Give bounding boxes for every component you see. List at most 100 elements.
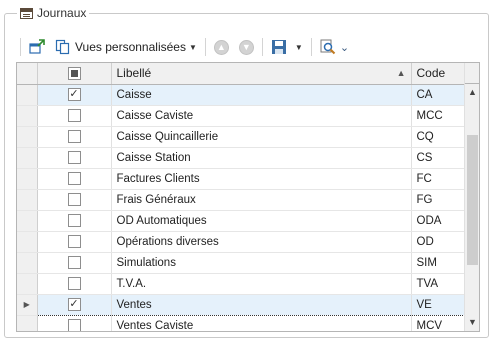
- move-down-button[interactable]: ▼: [237, 36, 256, 58]
- table-row[interactable]: OD Automatiques ODA: [17, 210, 466, 232]
- code-cell[interactable]: TVA: [411, 273, 466, 295]
- custom-views-label: Vues personnalisées: [75, 40, 186, 54]
- row-checkbox-cell[interactable]: [37, 147, 112, 169]
- row-checkbox-cell[interactable]: [37, 231, 112, 253]
- journals-grid: Libellé ▲ Code ✓ Caisse CA Caisse Caviste MCC…: [16, 62, 480, 332]
- row-checkbox[interactable]: [67, 172, 81, 185]
- code-cell[interactable]: SIM: [411, 252, 466, 274]
- row-checkbox[interactable]: ✓: [67, 88, 81, 101]
- libelle-cell[interactable]: Simulations: [111, 252, 412, 274]
- scroll-up-button[interactable]: ▲: [465, 84, 479, 101]
- table-row[interactable]: T.V.A. TVA: [17, 273, 466, 295]
- row-checkbox-cell[interactable]: [37, 189, 112, 211]
- chevron-down-icon: ⌄: [339, 41, 350, 54]
- table-row[interactable]: Caisse Quincaillerie CQ: [17, 126, 466, 148]
- journals-table: Libellé ▲ Code ✓ Caisse CA Caisse Caviste MCC…: [17, 63, 466, 331]
- save-button[interactable]: ▼: [269, 36, 305, 58]
- libelle-cell[interactable]: T.V.A.: [111, 273, 412, 295]
- libelle-cell[interactable]: Caisse: [111, 84, 412, 106]
- code-header-label: Code: [416, 66, 446, 81]
- libelle-cell[interactable]: OD Automatiques: [111, 210, 412, 232]
- scroll-thumb[interactable]: [467, 135, 478, 265]
- row-indicator[interactable]: [17, 126, 38, 148]
- libelle-cell[interactable]: Frais Généraux: [111, 189, 412, 211]
- row-checkbox[interactable]: ✓: [67, 298, 81, 311]
- arrow-up-circle-icon: ▲: [213, 39, 229, 55]
- select-all-checkbox[interactable]: [67, 67, 81, 81]
- code-cell[interactable]: VE: [411, 293, 466, 316]
- libelle-cell[interactable]: Ventes: [111, 293, 412, 316]
- row-indicator[interactable]: [17, 231, 38, 253]
- journal-icon: [20, 7, 33, 19]
- row-indicator[interactable]: [17, 84, 38, 106]
- libelle-column-header[interactable]: Libellé ▲: [111, 63, 412, 85]
- custom-views-button[interactable]: Vues personnalisées ▼: [53, 36, 199, 58]
- table-row[interactable]: Frais Généraux FG: [17, 189, 466, 211]
- row-indicator[interactable]: [17, 273, 38, 295]
- toolbar-separator: [261, 38, 263, 56]
- libelle-cell[interactable]: Factures Clients: [111, 168, 412, 190]
- row-indicator[interactable]: [17, 168, 38, 190]
- row-checkbox-cell[interactable]: [37, 252, 112, 274]
- row-checkbox-cell[interactable]: [37, 126, 112, 148]
- libelle-header-label: Libellé: [116, 66, 152, 81]
- table-row[interactable]: ▶ ✓ Ventes VE: [17, 293, 466, 316]
- new-window-button[interactable]: [27, 36, 47, 58]
- libelle-cell[interactable]: Ventes Caviste: [111, 315, 412, 331]
- code-cell[interactable]: MCC: [411, 105, 466, 127]
- row-checkbox[interactable]: [67, 256, 81, 269]
- row-checkbox-cell[interactable]: ✓: [37, 84, 112, 106]
- row-checkbox[interactable]: [67, 109, 81, 122]
- row-checkbox-cell[interactable]: [37, 273, 112, 295]
- row-indicator[interactable]: [17, 210, 38, 232]
- row-checkbox[interactable]: [67, 151, 81, 164]
- row-checkbox[interactable]: [67, 277, 81, 290]
- sort-asc-icon: ▲: [396, 68, 406, 78]
- libelle-cell[interactable]: Caisse Quincaillerie: [111, 126, 412, 148]
- row-indicator[interactable]: [17, 252, 38, 274]
- row-indicator[interactable]: [17, 105, 38, 127]
- code-cell[interactable]: CS: [411, 147, 466, 169]
- code-cell[interactable]: CQ: [411, 126, 466, 148]
- save-icon: [271, 40, 286, 54]
- code-cell[interactable]: OD: [411, 231, 466, 253]
- table-row[interactable]: Simulations SIM: [17, 252, 466, 274]
- search-icon: [320, 39, 336, 55]
- table-row[interactable]: ✓ Caisse CA: [17, 84, 466, 106]
- row-checkbox-cell[interactable]: [37, 168, 112, 190]
- row-checkbox[interactable]: [67, 193, 81, 206]
- table-row[interactable]: Factures Clients FC: [17, 168, 466, 190]
- row-indicator[interactable]: ▶: [17, 294, 38, 316]
- select-all-header[interactable]: [37, 63, 112, 85]
- libelle-cell[interactable]: Opérations diverses: [111, 231, 412, 253]
- scroll-down-button[interactable]: ▼: [465, 314, 479, 331]
- row-checkbox-cell[interactable]: ✓: [37, 293, 112, 316]
- row-checkbox[interactable]: [67, 319, 81, 331]
- code-cell[interactable]: FC: [411, 168, 466, 190]
- row-checkbox[interactable]: [67, 130, 81, 143]
- table-row[interactable]: Opérations diverses OD: [17, 231, 466, 253]
- code-cell[interactable]: CA: [411, 84, 466, 106]
- code-cell[interactable]: FG: [411, 189, 466, 211]
- row-checkbox-cell[interactable]: [37, 105, 112, 127]
- move-up-button[interactable]: ▲: [212, 36, 231, 58]
- vertical-scrollbar[interactable]: ▲ ▼: [464, 63, 479, 331]
- row-indicator[interactable]: [17, 147, 38, 169]
- group-title: Journaux: [37, 6, 87, 20]
- row-indicator[interactable]: [17, 315, 38, 331]
- table-row[interactable]: Caisse Caviste MCC: [17, 105, 466, 127]
- table-row[interactable]: Caisse Station CS: [17, 147, 466, 169]
- search-button[interactable]: ⌄: [318, 36, 351, 58]
- libelle-cell[interactable]: Caisse Caviste: [111, 105, 412, 127]
- toolbar-separator: [204, 38, 206, 56]
- code-cell[interactable]: MCV: [411, 315, 466, 331]
- row-indicator[interactable]: [17, 189, 38, 211]
- row-checkbox-cell[interactable]: [37, 210, 112, 232]
- code-column-header[interactable]: Code: [411, 63, 466, 85]
- table-row[interactable]: Ventes Caviste MCV: [17, 315, 466, 331]
- libelle-cell[interactable]: Caisse Station: [111, 147, 412, 169]
- row-checkbox[interactable]: [67, 214, 81, 227]
- code-cell[interactable]: ODA: [411, 210, 466, 232]
- row-checkbox[interactable]: [67, 235, 81, 248]
- row-checkbox-cell[interactable]: [37, 315, 112, 331]
